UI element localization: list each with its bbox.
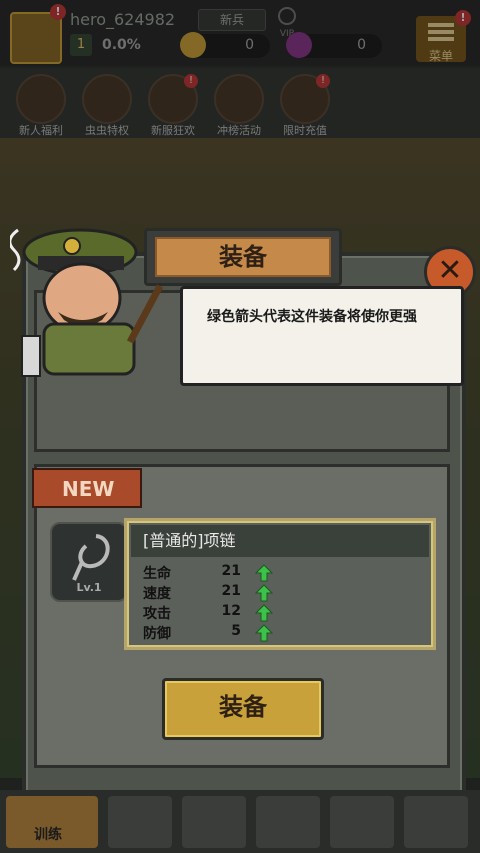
nav-tab-6[interactable] [404,796,468,848]
stat-value: 21 [221,563,241,579]
nav-train[interactable]: 训练 [6,796,98,848]
stat-row-hp: 生命 21 [143,563,383,583]
nav-train-label: 训练 [34,827,62,843]
stat-name: 防御 [143,626,171,642]
stat-value: 21 [221,583,241,599]
tutorial-tip-text: 绿色箭头代表这件装备将使你更强 [207,309,417,325]
stat-row-attack: 攻击 12 [143,603,383,623]
new-label: NEW [62,477,115,501]
stat-row-defense: 防御 5 [143,623,383,643]
item-name: [普通的]项链 [131,525,429,557]
green-up-arrow-icon [255,584,273,602]
green-up-arrow-icon [255,624,273,642]
equip-button-label: 装备 [219,693,267,721]
stat-name: 速度 [143,586,171,602]
dialog-title: 装备 [155,237,331,277]
stat-name: 攻击 [143,606,171,622]
necklace-icon [72,534,110,581]
stat-value: 12 [221,603,241,619]
stat-name: 生命 [143,566,171,582]
nav-tab-2[interactable] [108,796,172,848]
nav-tab-4[interactable] [256,796,320,848]
green-up-arrow-icon [255,604,273,622]
equip-button[interactable]: 装备 [162,678,324,740]
close-icon: ✕ [437,253,463,288]
new-label-ribbon: NEW [32,468,142,508]
green-up-arrow-icon [255,564,273,582]
stat-value: 5 [231,623,241,639]
item-slot[interactable]: Lv.1 [50,522,128,602]
nav-tab-3[interactable] [182,796,246,848]
general-character [10,228,164,377]
bottom-nav: 训练 [0,790,480,853]
item-detail-card: [普通的]项链 生命 21 速度 21 攻击 12 防御 5 [124,518,436,650]
tutorial-speech-bubble: 绿色箭头代表这件装备将使你更强 [180,286,464,386]
stat-row-speed: 速度 21 [143,583,383,603]
nav-tab-5[interactable] [330,796,394,848]
item-stats: 生命 21 速度 21 攻击 12 防御 5 [143,563,383,643]
item-level: Lv.1 [76,581,102,594]
